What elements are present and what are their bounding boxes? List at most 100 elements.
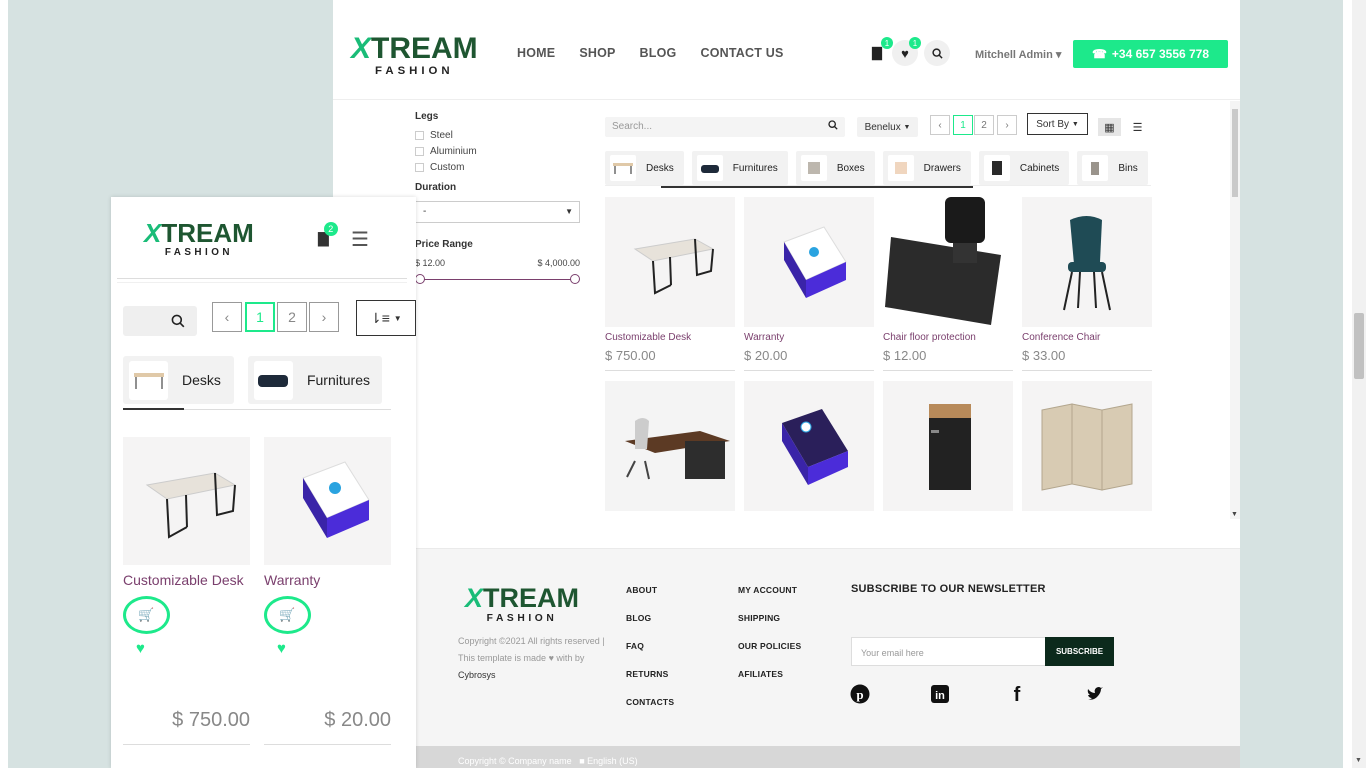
twitter-icon[interactable] bbox=[1084, 683, 1106, 705]
cart-button[interactable]: ▇ 1 bbox=[864, 37, 893, 66]
footer-link-about[interactable]: ABOUT bbox=[626, 585, 674, 595]
product-card[interactable] bbox=[1022, 381, 1152, 519]
mobile-sort-button[interactable]: ⇂≡ ▼ bbox=[356, 300, 416, 336]
content-scrollbar[interactable]: ▼ bbox=[1230, 101, 1240, 519]
product-card[interactable]: Warranty $ 20.00 bbox=[744, 197, 874, 371]
product-search-input[interactable]: Search... bbox=[605, 117, 845, 137]
product-image-office-desk[interactable] bbox=[605, 381, 735, 511]
category-furnitures[interactable]: Furnitures bbox=[691, 151, 788, 185]
search-icon[interactable] bbox=[828, 120, 838, 133]
slider-max-handle[interactable] bbox=[570, 274, 580, 284]
list-view-button[interactable]: ☰ bbox=[1126, 118, 1149, 136]
mobile-logo[interactable]: XTREAM FASHION bbox=[144, 220, 254, 258]
footer-link-blog[interactable]: BLOG bbox=[626, 613, 674, 623]
category-drawers[interactable]: Drawers bbox=[882, 151, 971, 185]
legs-option-custom[interactable]: Custom bbox=[415, 162, 583, 173]
product-image-office-design-software[interactable] bbox=[744, 381, 874, 511]
product-name[interactable]: Customizable Desk bbox=[605, 332, 735, 343]
wishlist-heart-icon[interactable]: ♥ bbox=[277, 640, 391, 657]
product-image-desk[interactable] bbox=[605, 197, 735, 327]
category-cabinets[interactable]: Cabinets bbox=[978, 151, 1070, 185]
mobile-search-button[interactable] bbox=[123, 306, 197, 336]
category-boxes[interactable]: Boxes bbox=[795, 151, 875, 185]
product-card[interactable] bbox=[605, 381, 735, 519]
nav-blog[interactable]: BLOG bbox=[640, 46, 677, 60]
product-card[interactable] bbox=[744, 381, 874, 519]
product-card[interactable]: Chair floor protection $ 12.00 bbox=[883, 197, 1013, 371]
page-2-button[interactable]: 2 bbox=[974, 115, 994, 135]
product-image-drawer-black[interactable] bbox=[883, 381, 1013, 511]
product-image-conference-chair[interactable] bbox=[1022, 197, 1152, 327]
product-image-warranty[interactable] bbox=[264, 437, 391, 565]
category-bins[interactable]: Bins bbox=[1077, 151, 1148, 185]
hamburger-menu-icon[interactable]: ☰ bbox=[351, 227, 369, 252]
product-name[interactable]: Warranty bbox=[264, 572, 391, 588]
checkbox[interactable] bbox=[415, 163, 424, 172]
product-card[interactable]: Warranty 🛒 ♥ $ 20.00 bbox=[264, 437, 391, 745]
wishlist-heart-icon[interactable]: ♥ bbox=[136, 640, 250, 657]
site-logo[interactable]: XTREAM FASHION bbox=[351, 34, 478, 77]
footer-link-our-policies[interactable]: OUR POLICIES bbox=[738, 641, 801, 651]
page-1-button[interactable]: 1 bbox=[245, 302, 275, 332]
add-to-cart-button[interactable]: 🛒 bbox=[264, 596, 311, 634]
subscribe-button[interactable]: SUBSCRIBE bbox=[1045, 637, 1114, 666]
footer-link-shipping[interactable]: SHIPPING bbox=[738, 613, 801, 623]
checkbox[interactable] bbox=[415, 147, 424, 156]
nav-home[interactable]: HOME bbox=[517, 46, 555, 60]
next-page-button[interactable]: › bbox=[997, 115, 1017, 135]
product-name[interactable]: Conference Chair bbox=[1022, 332, 1152, 343]
pricelist-dropdown[interactable]: Benelux ▼ bbox=[857, 117, 918, 137]
wishlist-button[interactable]: ♥ 1 bbox=[892, 37, 921, 66]
page-1-button[interactable]: 1 bbox=[953, 115, 973, 135]
user-menu[interactable]: Mitchell Admin ▾ bbox=[975, 48, 1061, 61]
product-name[interactable]: Warranty bbox=[744, 332, 874, 343]
nav-shop[interactable]: SHOP bbox=[579, 46, 615, 60]
phone-button[interactable]: ☎ +34 657 3556 778 bbox=[1073, 40, 1228, 68]
newsletter-email-input[interactable]: Your email here bbox=[851, 637, 1046, 666]
linkedin-icon[interactable]: in bbox=[929, 683, 951, 705]
product-card[interactable]: Conference Chair $ 33.00 bbox=[1022, 197, 1152, 371]
next-page-button[interactable]: › bbox=[309, 302, 339, 332]
category-furnitures[interactable]: Furnitures bbox=[248, 356, 382, 404]
footer-link-my-account[interactable]: MY ACCOUNT bbox=[738, 585, 801, 595]
language-selector[interactable]: English (US) bbox=[587, 756, 638, 766]
footer-link-afiliates[interactable]: AFILIATES bbox=[738, 669, 801, 679]
mobile-cart-button[interactable]: ▇ 2 bbox=[318, 222, 338, 247]
footer-link-faq[interactable]: FAQ bbox=[626, 641, 674, 651]
search-button[interactable] bbox=[924, 40, 950, 66]
product-card[interactable]: Customizable Desk 🛒 ♥ $ 750.00 bbox=[123, 437, 250, 745]
category-desks[interactable]: Desks bbox=[123, 356, 234, 404]
prev-page-button[interactable]: ‹ bbox=[212, 302, 242, 332]
legs-option-aluminium[interactable]: Aluminium bbox=[415, 146, 583, 157]
product-image-desk[interactable] bbox=[123, 437, 250, 565]
product-image-chair-mat[interactable] bbox=[883, 197, 1013, 327]
product-name[interactable]: Chair floor protection bbox=[883, 332, 1013, 343]
page-2-button[interactable]: 2 bbox=[277, 302, 307, 332]
footer-logo[interactable]: XTREAM FASHION bbox=[465, 585, 579, 624]
nav-contact-us[interactable]: CONTACT US bbox=[700, 46, 783, 60]
product-card[interactable] bbox=[883, 381, 1013, 519]
sort-by-dropdown[interactable]: Sort By ▼ bbox=[1027, 113, 1088, 135]
page-scrollbar[interactable]: ▼ bbox=[1352, 0, 1366, 768]
page-scrollbar-thumb[interactable] bbox=[1354, 313, 1364, 379]
scroll-down-icon[interactable]: ▼ bbox=[1355, 757, 1362, 764]
product-card[interactable]: Customizable Desk $ 750.00 bbox=[605, 197, 735, 371]
slider-min-handle[interactable] bbox=[415, 274, 425, 284]
company-link[interactable]: Cybrosys bbox=[458, 670, 496, 680]
pinterest-icon[interactable]: p bbox=[849, 683, 871, 705]
price-range-slider[interactable] bbox=[415, 272, 580, 288]
footer-link-returns[interactable]: RETURNS bbox=[626, 669, 674, 679]
scroll-down-icon[interactable]: ▼ bbox=[1231, 511, 1238, 518]
grid-view-button[interactable]: ▦ bbox=[1098, 118, 1121, 136]
duration-select[interactable]: - ▼ bbox=[415, 201, 580, 223]
legs-option-steel[interactable]: Steel bbox=[415, 130, 583, 141]
facebook-icon[interactable]: f bbox=[1006, 683, 1028, 705]
product-image-warranty[interactable] bbox=[744, 197, 874, 327]
add-to-cart-button[interactable]: 🛒 bbox=[123, 596, 170, 634]
content-scrollbar-thumb[interactable] bbox=[1232, 109, 1238, 197]
product-image-acoustic-screen[interactable] bbox=[1022, 381, 1152, 511]
footer-link-contacts[interactable]: CONTACTS bbox=[626, 697, 674, 707]
checkbox[interactable] bbox=[415, 131, 424, 140]
category-desks[interactable]: Desks bbox=[605, 151, 684, 185]
product-name[interactable]: Customizable Desk bbox=[123, 572, 250, 588]
